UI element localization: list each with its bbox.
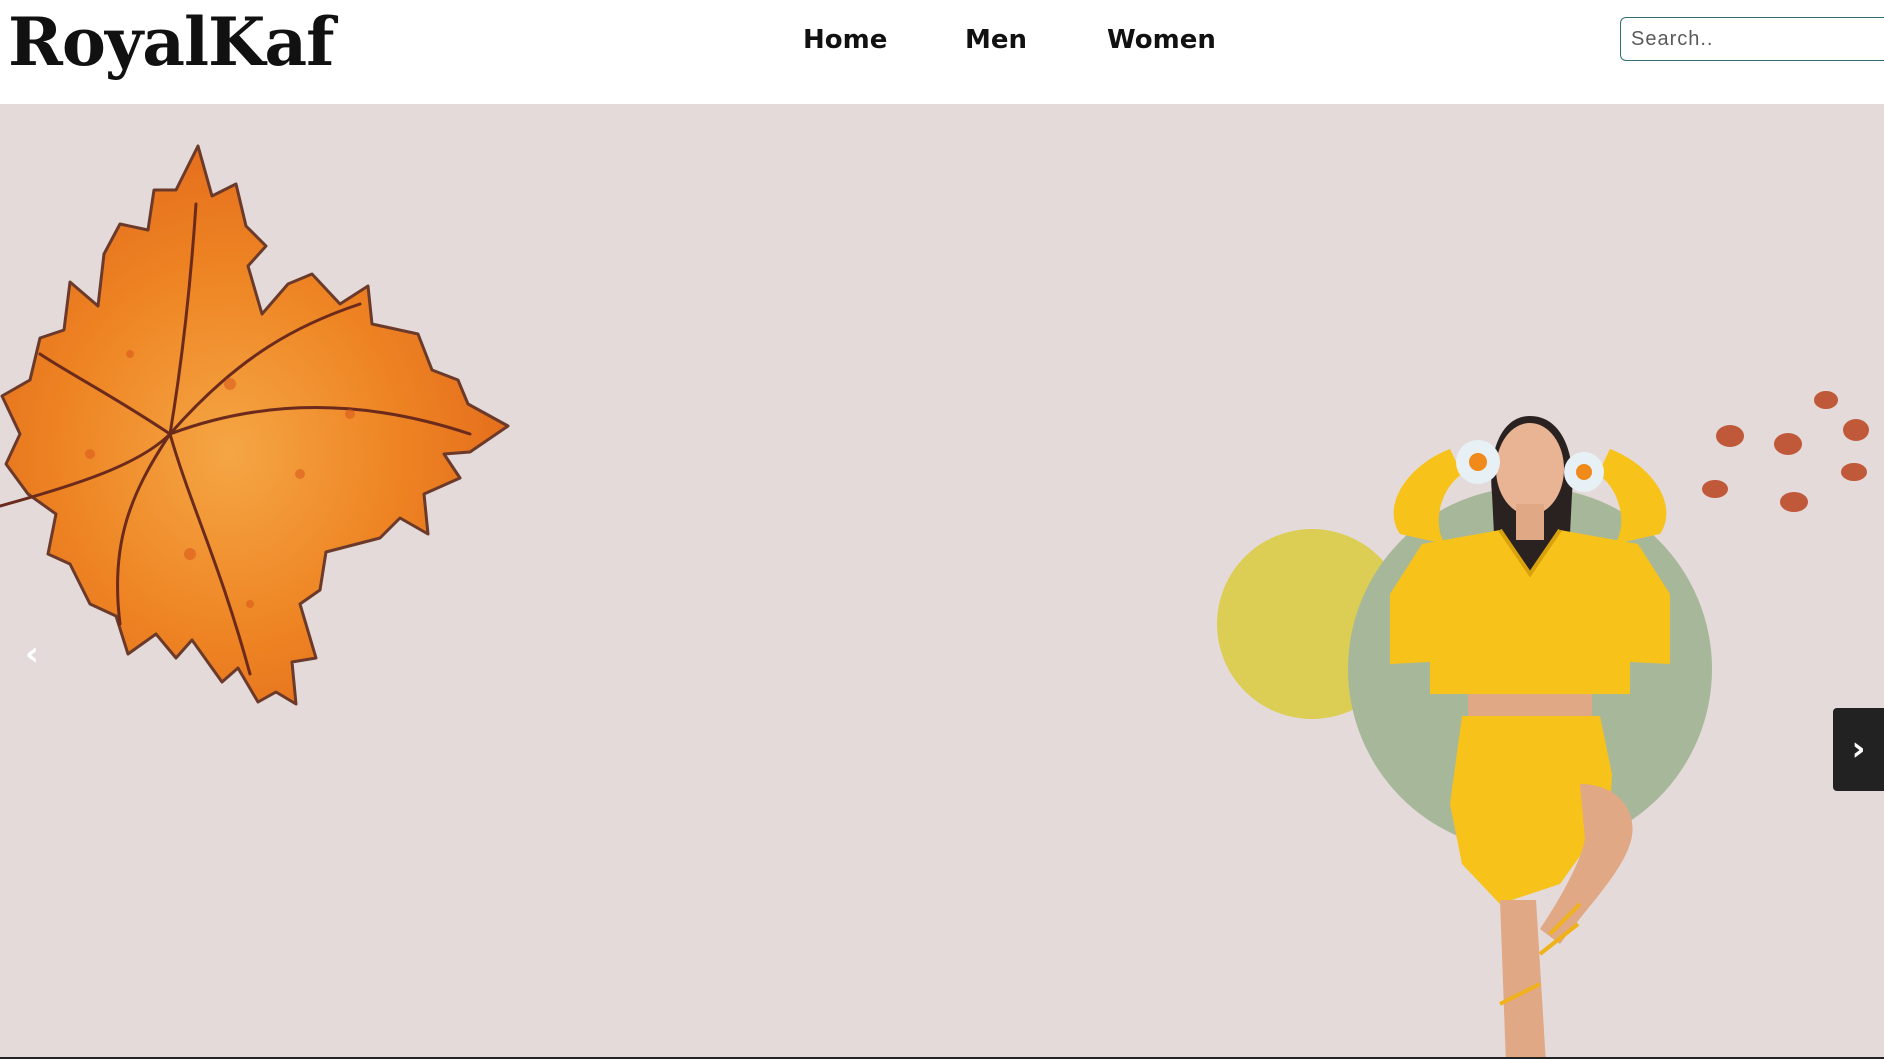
- top-navbar: RoyalKaf Home Men Women: [0, 0, 1884, 104]
- nav-link-men[interactable]: Men: [965, 22, 1027, 58]
- model-image: [1217, 391, 1869, 1058]
- search-input[interactable]: [1620, 17, 1884, 61]
- main-nav: Home Men Women: [0, 22, 1884, 62]
- hero-carousel: ‹ ›: [0, 104, 1884, 1058]
- maple-leaf-image: [0, 144, 510, 706]
- nav-link-women[interactable]: Women: [1107, 22, 1216, 58]
- carousel-prev-button[interactable]: ‹: [14, 624, 50, 684]
- carousel-next-button[interactable]: ›: [1833, 708, 1884, 791]
- nav-link-home[interactable]: Home: [803, 22, 887, 58]
